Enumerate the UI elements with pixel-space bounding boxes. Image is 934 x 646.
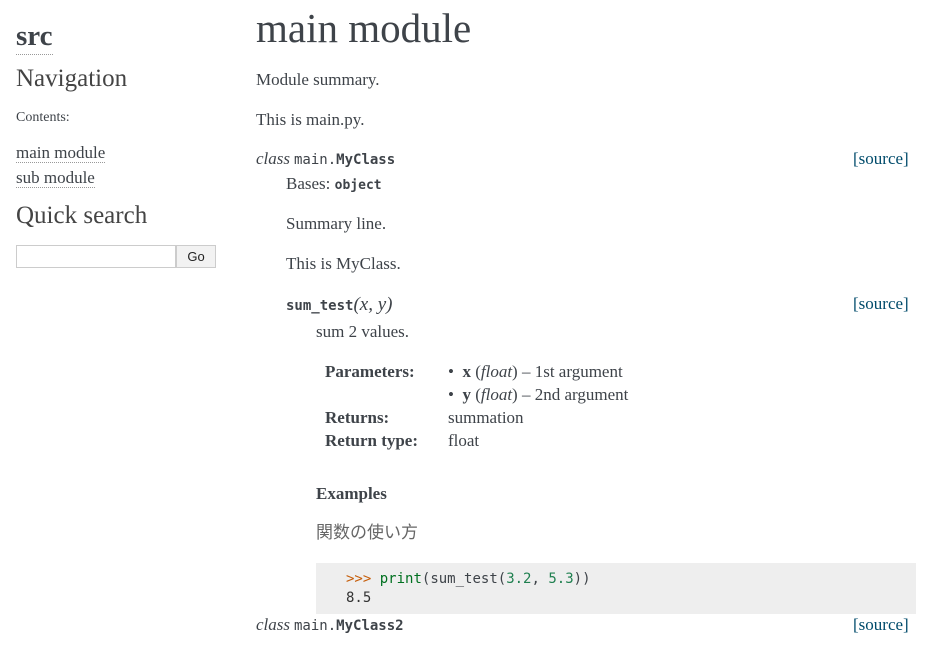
- code-block: >>> print(sum_test(3.2, 5.3)) 8.5: [316, 563, 916, 614]
- class2-name: MyClass2: [336, 618, 404, 634]
- method-params: (x, y): [353, 294, 393, 315]
- param-name: x: [462, 362, 471, 381]
- returns-value: summation: [448, 408, 524, 427]
- examples-description: 関数の使い方: [316, 523, 418, 542]
- param-type: float: [480, 385, 513, 404]
- param-desc: – 2nd argument: [517, 385, 629, 404]
- code-arg-2: 5.3: [548, 571, 574, 587]
- class2-signature: class main.MyClass2: [256, 614, 404, 637]
- toc-item: sub module: [16, 165, 105, 190]
- bases-label: Bases:: [286, 174, 331, 193]
- param-type: float: [480, 362, 513, 381]
- param-name: y: [462, 385, 471, 404]
- bullet-icon: •: [448, 362, 454, 381]
- class2-keyword: class: [256, 615, 290, 634]
- return-type-value: float: [448, 431, 480, 450]
- code-call-close: )): [573, 571, 591, 587]
- return-type-label: Return type:: [325, 431, 419, 450]
- source-link-myclass[interactable]: [source]: [853, 148, 909, 170]
- bases-line: Bases: object: [286, 173, 382, 197]
- param-desc: – 1st argument: [517, 362, 623, 381]
- page-title: main module: [256, 5, 472, 51]
- code-builtin: print: [379, 571, 422, 587]
- class-signature: class main.MyClass: [256, 148, 395, 171]
- code-output: 8.5: [346, 590, 372, 606]
- logo-link[interactable]: src: [16, 18, 53, 55]
- param-item: • x (float) – 1st argument: [448, 362, 623, 381]
- toc-link-sub-module[interactable]: sub module: [16, 168, 95, 188]
- go-button[interactable]: Go: [176, 245, 216, 268]
- source-link-myclass2[interactable]: [source]: [853, 614, 909, 636]
- method-signature: sum_test(x, y): [286, 293, 392, 318]
- search-input[interactable]: [16, 245, 176, 268]
- class2-prefix: main.: [294, 618, 337, 634]
- toc-item: main module: [16, 140, 106, 165]
- code-arg-1: 3.2: [506, 571, 532, 587]
- toc-link-main-module[interactable]: main module: [16, 143, 106, 163]
- navigation-heading: Navigation: [16, 65, 128, 92]
- quick-search-heading: Quick search: [16, 202, 148, 229]
- bullet-icon: •: [448, 385, 454, 404]
- module-description: This is main.py.: [256, 110, 365, 129]
- code-separator: ,: [531, 571, 549, 587]
- contents-label: Contents:: [16, 110, 70, 125]
- code-line-input: >>> print(sum_test(3.2, 5.3)): [346, 570, 591, 589]
- code-call-open: (sum_test(: [421, 571, 507, 587]
- bases-value: object: [334, 178, 382, 193]
- method-name: sum_test: [286, 298, 354, 314]
- parameters-label: Parameters:: [325, 362, 415, 381]
- class-prefix: main.: [294, 152, 337, 168]
- class-description: This is MyClass.: [286, 254, 401, 273]
- param-item: • y (float) – 2nd argument: [448, 385, 629, 404]
- returns-label: Returns:: [325, 408, 390, 427]
- toc-list: main module sub module: [16, 140, 106, 190]
- examples-heading: Examples: [316, 484, 387, 503]
- source-link-sum-test[interactable]: [source]: [853, 293, 909, 315]
- class-summary: Summary line.: [286, 214, 387, 233]
- class-name: MyClass: [336, 152, 396, 168]
- method-description: sum 2 values.: [316, 322, 410, 341]
- module-summary: Module summary.: [256, 70, 380, 89]
- class-keyword: class: [256, 149, 290, 168]
- code-prompt: >>>: [346, 571, 372, 587]
